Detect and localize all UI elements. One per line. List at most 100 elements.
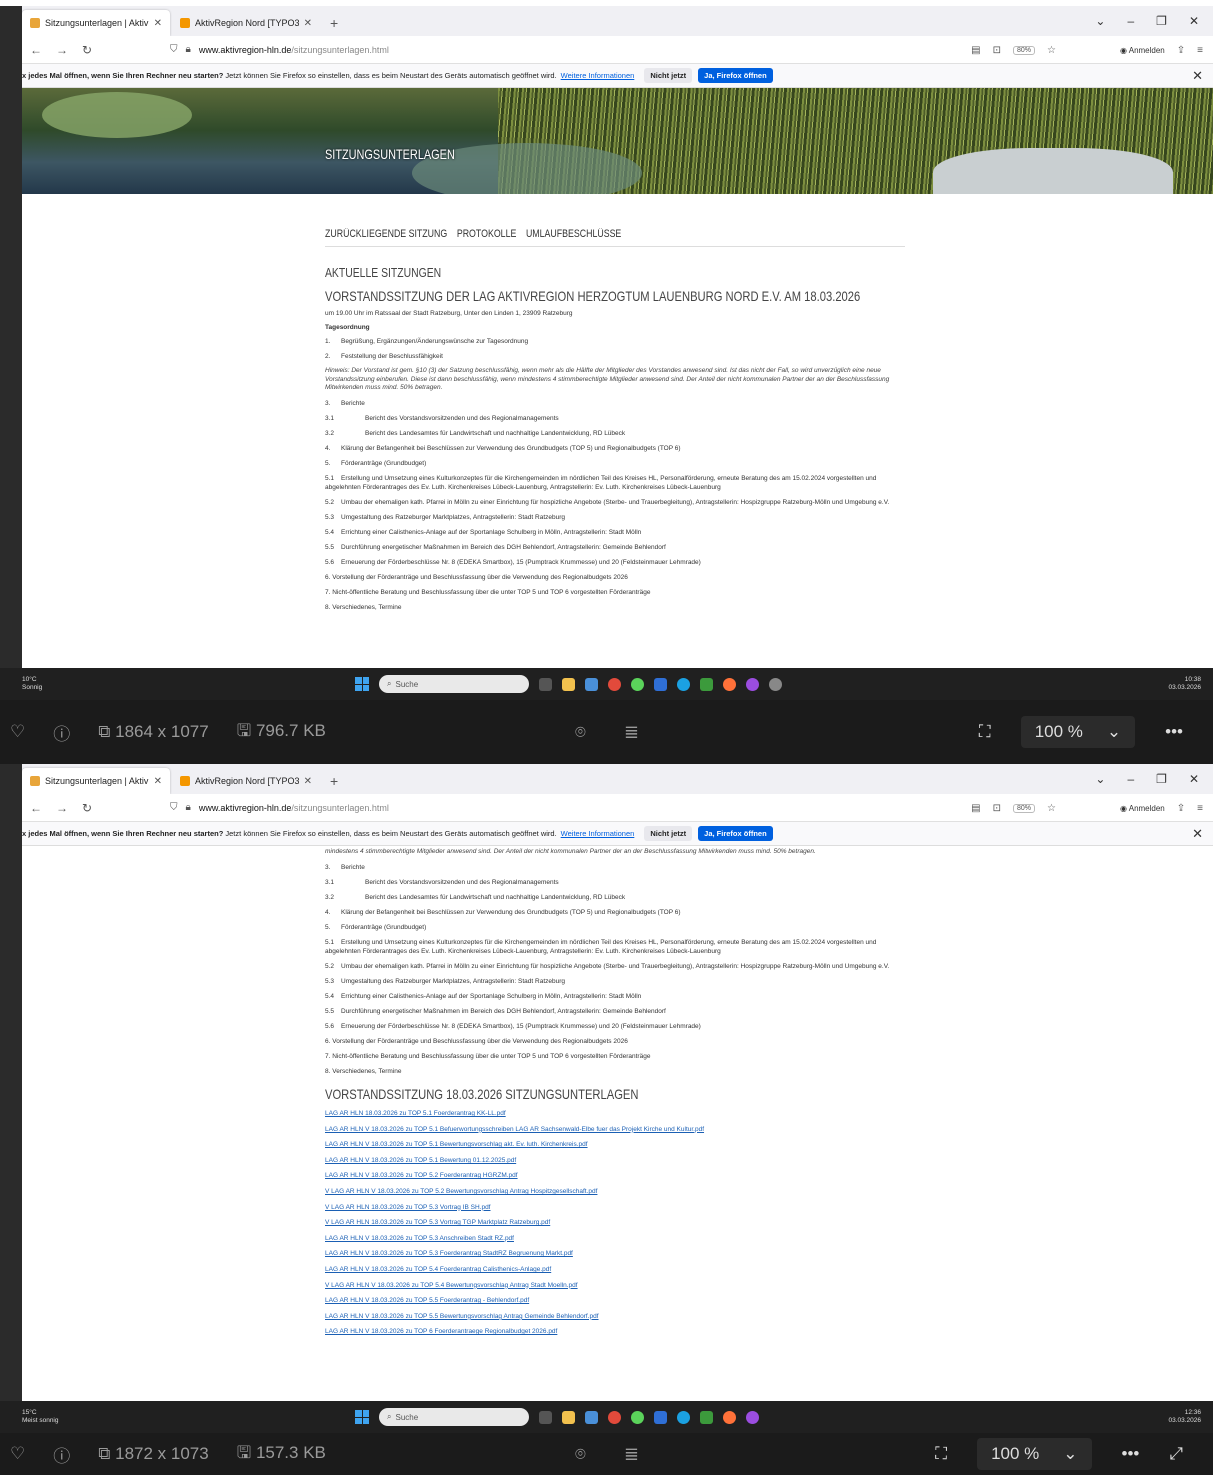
restore-icon[interactable]: ❐	[1156, 772, 1167, 786]
forward-icon[interactable]: →	[56, 801, 68, 815]
tab-list-chevron-icon[interactable]: ⌄	[1095, 772, 1105, 786]
reader-view-icon[interactable]: ▤	[971, 45, 980, 56]
text-extract-icon[interactable]: ≣	[624, 722, 639, 743]
document-link[interactable]: V LAG AR HLN V 18.03.2026 zu TOP 5.4 Bew…	[325, 1282, 905, 1289]
chrome-icon[interactable]	[608, 1410, 621, 1424]
app-icon[interactable]	[746, 1410, 759, 1424]
document-link[interactable]: V LAG AR HLN 18.03.2026 zu TOP 5.3 Vortr…	[325, 1219, 905, 1226]
document-link[interactable]: LAG AR HLN V 18.03.2026 zu TOP 5.5 Bewer…	[325, 1313, 905, 1320]
reload-icon[interactable]: ↻	[82, 801, 92, 815]
new-tab-icon[interactable]: +	[322, 768, 346, 794]
back-icon[interactable]: ←	[30, 43, 42, 57]
close-notif-icon[interactable]: ✕	[1192, 68, 1203, 84]
close-tab-icon[interactable]: ✕	[304, 18, 312, 29]
app-icon[interactable]	[654, 1410, 667, 1424]
tab-typo3[interactable]: AktivRegion Nord [TYPO3 CMS ✕	[172, 768, 320, 794]
document-link[interactable]: LAG AR HLN V 18.03.2026 zu TOP 5.3 Foerd…	[325, 1250, 905, 1257]
more-icon[interactable]: •••	[1165, 722, 1183, 742]
taskbar-search[interactable]: ⌕ Suche	[379, 1408, 529, 1426]
close-window-icon[interactable]: ✕	[1189, 772, 1199, 786]
app-icon[interactable]	[631, 1410, 644, 1424]
document-link[interactable]: LAG AR HLN V 18.03.2026 zu TOP 5.1 Befue…	[325, 1126, 905, 1133]
firefox-icon[interactable]	[723, 1410, 736, 1424]
text-extract-icon[interactable]: ≣	[624, 1444, 639, 1465]
url-bar[interactable]: ⛉ 🔒︎ www.aktivregion-hln.de/sitzungsunte…	[170, 802, 389, 813]
minimize-icon[interactable]: –	[1127, 772, 1134, 786]
open-firefox-button[interactable]: Ja, Firefox öffnen	[698, 68, 773, 83]
subnav-umlaufbeschluesse[interactable]: UMLAUFBESCHLÜSSE	[526, 228, 621, 240]
extensions-icon[interactable]: ⇪	[1177, 803, 1185, 814]
settings-gear-icon[interactable]	[769, 677, 782, 691]
subnav-zurueckliegende-sitzung[interactable]: ZURÜCKLIEGENDE SITZUNG	[325, 228, 447, 240]
menu-icon[interactable]: ≡	[1197, 803, 1203, 814]
app-icon[interactable]	[631, 677, 644, 691]
tab-sitzungsunterlagen[interactable]: Sitzungsunterlagen | AktivRegio ✕	[22, 10, 170, 36]
info-icon[interactable]: ⓘ	[53, 720, 70, 745]
subnav-protokolle[interactable]: PROTOKOLLE	[457, 228, 517, 240]
app-icon[interactable]	[700, 677, 713, 691]
start-icon[interactable]	[355, 1410, 369, 1424]
tab-typo3[interactable]: AktivRegion Nord [TYPO3 CMS ✕	[172, 10, 320, 36]
notif-more-info-link[interactable]: Weitere Informationen	[561, 829, 635, 838]
open-firefox-button[interactable]: Ja, Firefox öffnen	[698, 826, 773, 841]
expand-icon[interactable]: ⤢	[1169, 1444, 1183, 1464]
close-window-icon[interactable]: ✕	[1189, 14, 1199, 28]
close-tab-icon[interactable]: ✕	[304, 776, 312, 787]
document-link[interactable]: LAG AR HLN V 18.03.2026 zu TOP 5.4 Foerd…	[325, 1266, 905, 1273]
document-link[interactable]: LAG AR HLN V 18.03.2026 zu TOP 6 Foerder…	[325, 1328, 905, 1335]
firefox-icon[interactable]	[723, 677, 736, 691]
clock[interactable]: 10:38 03.03.2026	[1168, 676, 1201, 692]
restore-icon[interactable]: ❐	[1156, 14, 1167, 28]
extensions-icon[interactable]: ⇪	[1177, 45, 1185, 56]
zoom-select[interactable]: 100 % ⌄	[977, 1438, 1092, 1470]
start-icon[interactable]	[355, 677, 369, 691]
app-icon[interactable]	[700, 1410, 713, 1424]
explorer-icon[interactable]	[562, 1410, 575, 1424]
fit-screen-icon[interactable]: ⛶	[935, 1444, 947, 1464]
minimize-icon[interactable]: –	[1127, 14, 1134, 28]
heart-icon[interactable]: ♡	[10, 722, 25, 742]
clock[interactable]: 12:36 03.03.2026	[1168, 1409, 1201, 1425]
document-link[interactable]: LAG AR HLN V 18.03.2026 zu TOP 5.1 Bewer…	[325, 1157, 905, 1164]
scan-icon[interactable]: ⌾	[575, 722, 586, 743]
taskview-icon[interactable]	[539, 677, 552, 691]
document-link[interactable]: V LAG AR HLN V 18.03.2026 zu TOP 5.2 Bew…	[325, 1188, 905, 1195]
reload-icon[interactable]: ↻	[82, 43, 92, 57]
chrome-icon[interactable]	[608, 677, 621, 691]
account-button[interactable]: ◉ Anmelden	[1120, 804, 1165, 813]
tab-list-chevron-icon[interactable]: ⌄	[1095, 14, 1105, 28]
bookmark-star-icon[interactable]: ☆	[1047, 45, 1056, 56]
document-link[interactable]: LAG AR HLN V 18.03.2026 zu TOP 5.5 Foerd…	[325, 1297, 905, 1304]
save-icon[interactable]: ⊡	[993, 45, 1001, 56]
document-link[interactable]: LAG AR HLN 18.03.2026 zu TOP 5.1 Foerder…	[325, 1110, 905, 1117]
notif-more-info-link[interactable]: Weitere Informationen	[561, 71, 635, 80]
app-icon[interactable]	[585, 1410, 598, 1424]
document-link[interactable]: V LAG AR HLN 18.03.2026 zu TOP 5.3 Vortr…	[325, 1204, 905, 1211]
app-icon[interactable]	[585, 677, 598, 691]
weather-widget[interactable]: 15°C Meist sonnig	[22, 1409, 59, 1425]
back-icon[interactable]: ←	[30, 801, 42, 815]
zoom-select[interactable]: 100 % ⌄	[1020, 716, 1136, 748]
taskbar-search[interactable]: ⌕ Suche	[379, 675, 529, 693]
save-icon[interactable]: ⊡	[993, 803, 1001, 814]
heart-icon[interactable]: ♡	[10, 1444, 25, 1464]
document-link[interactable]: LAG AR HLN V 18.03.2026 zu TOP 5.3 Ansch…	[325, 1235, 905, 1242]
info-icon[interactable]: ⓘ	[53, 1442, 70, 1467]
tab-sitzungsunterlagen[interactable]: Sitzungsunterlagen | AktivRegio ✕	[22, 768, 170, 794]
edge-icon[interactable]	[677, 1410, 690, 1424]
explorer-icon[interactable]	[562, 677, 575, 691]
more-icon[interactable]: •••	[1122, 1444, 1140, 1464]
document-link[interactable]: LAG AR HLN V 18.03.2026 zu TOP 5.1 Bewer…	[325, 1141, 905, 1148]
fit-screen-icon[interactable]: ⛶	[979, 722, 991, 742]
bookmark-star-icon[interactable]: ☆	[1047, 803, 1056, 814]
taskview-icon[interactable]	[539, 1410, 552, 1424]
scan-icon[interactable]: ⌾	[575, 1444, 586, 1465]
reader-view-icon[interactable]: ▤	[971, 803, 980, 814]
app-icon[interactable]	[654, 677, 667, 691]
zoom-indicator[interactable]: 80%	[1012, 803, 1035, 813]
close-tab-icon[interactable]: ✕	[154, 776, 162, 787]
document-link[interactable]: LAG AR HLN V 18.03.2026 zu TOP 5.2 Foerd…	[325, 1172, 905, 1179]
url-bar[interactable]: ⛉ 🔒︎ www.aktivregion-hln.de/sitzungsunte…	[170, 44, 389, 55]
close-tab-icon[interactable]: ✕	[154, 18, 162, 29]
edge-icon[interactable]	[677, 677, 690, 691]
